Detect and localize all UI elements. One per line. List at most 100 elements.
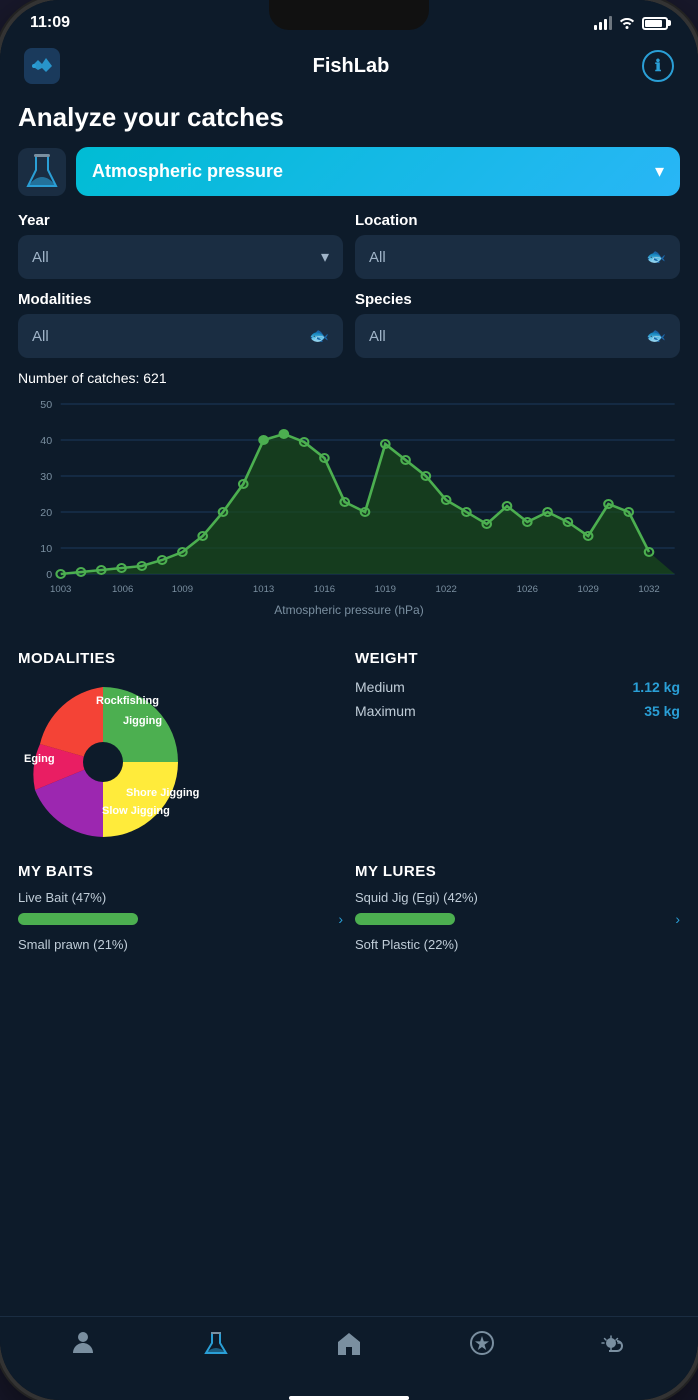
weight-maximum-row: Maximum 35 kg	[355, 703, 680, 719]
home-indicator	[289, 1396, 409, 1400]
page-title: Analyze your catches	[18, 102, 680, 133]
baits-lures-row: MY BAITS Live Bait (47%) › Small prawn (…	[18, 863, 680, 958]
svg-text:1022: 1022	[435, 584, 456, 594]
lures-section: MY LURES Squid Jig (Egi) (42%) › Soft Pl…	[355, 863, 680, 958]
top-nav: FishLab ℹ	[0, 40, 698, 92]
flask-icon	[18, 148, 66, 196]
svg-text:20: 20	[40, 508, 52, 519]
nav-item-lab[interactable]	[202, 1329, 230, 1364]
lab-icon	[202, 1329, 230, 1364]
notch	[269, 0, 429, 30]
svg-text:1006: 1006	[112, 584, 133, 594]
main-content: Analyze your catches Atmospheric pressur…	[0, 92, 698, 1316]
species-select[interactable]: All 🐟	[355, 314, 680, 358]
species-fish-icon: 🐟	[646, 326, 666, 346]
modalities-select[interactable]: All 🐟	[18, 314, 343, 358]
app-logo-icon	[24, 48, 60, 84]
year-filter-group: Year All ▾	[18, 212, 343, 279]
selector-row: Atmospheric pressure ▾	[18, 147, 680, 196]
lure-bar-1	[355, 913, 455, 925]
weight-title: WEIGHT	[355, 650, 680, 667]
svg-text:1003: 1003	[50, 584, 71, 594]
modalities-species-row: Modalities All 🐟 Species All 🐟	[18, 291, 680, 358]
medium-value: 1.12 kg	[633, 679, 680, 695]
chart-x-axis-label: Atmospheric pressure (hPa)	[18, 603, 680, 617]
bait-item-1-label: Live Bait (47%)	[18, 890, 343, 905]
bait-bar-1	[18, 913, 138, 925]
stats-row: MODALITIES	[18, 650, 680, 847]
status-icons	[594, 15, 668, 32]
baits-section: MY BAITS Live Bait (47%) › Small prawn (…	[18, 863, 343, 958]
year-chevron-icon: ▾	[321, 247, 329, 267]
lure-bar-1-row: ›	[355, 911, 680, 927]
medium-label: Medium	[355, 679, 405, 695]
battery-icon	[642, 17, 668, 30]
pie-chart: Rockfishing Jigging Shore Jigging Slow J…	[18, 677, 188, 847]
person-icon	[69, 1329, 97, 1364]
jigging-label: Jigging	[123, 715, 162, 727]
svg-text:10: 10	[40, 544, 52, 555]
location-fish-icon: 🐟	[646, 247, 666, 267]
home-icon	[335, 1329, 363, 1364]
atmospheric-pressure-selector[interactable]: Atmospheric pressure ▾	[76, 147, 680, 196]
shore-jigging-label: Shore Jigging	[126, 787, 199, 799]
nav-item-achievements[interactable]	[468, 1329, 496, 1364]
pressure-chart: 50 40 30 20 10 0	[18, 394, 680, 594]
phone-screen: 11:09	[0, 0, 698, 1400]
location-value: All	[369, 249, 386, 266]
star-badge-icon	[468, 1329, 496, 1364]
modalities-section: MODALITIES	[18, 650, 343, 847]
nav-item-person[interactable]	[69, 1329, 97, 1364]
bait-arrow-1[interactable]: ›	[338, 911, 343, 927]
svg-text:1032: 1032	[638, 584, 659, 594]
weight-medium-row: Medium 1.12 kg	[355, 679, 680, 695]
phone-frame: 11:09	[0, 0, 698, 1400]
modalities-label: Modalities	[18, 291, 343, 308]
nav-item-weather[interactable]	[601, 1329, 629, 1364]
location-label: Location	[355, 212, 680, 229]
info-button[interactable]: ℹ	[642, 50, 674, 82]
weight-section: WEIGHT Medium 1.12 kg Maximum 35 kg	[355, 650, 680, 847]
signal-bars-icon	[594, 16, 612, 30]
location-filter-group: Location All 🐟	[355, 212, 680, 279]
species-filter-group: Species All 🐟	[355, 291, 680, 358]
slow-jigging-label: Slow Jigging	[102, 805, 170, 817]
svg-text:1013: 1013	[253, 584, 274, 594]
nav-title: FishLab	[313, 55, 390, 78]
bait-item-2-label: Small prawn (21%)	[18, 937, 343, 952]
modalities-value: All	[32, 328, 49, 345]
bait-bar-1-row: ›	[18, 911, 343, 927]
svg-text:1009: 1009	[172, 584, 193, 594]
year-select[interactable]: All ▾	[18, 235, 343, 279]
bottom-nav	[0, 1316, 698, 1388]
maximum-value: 35 kg	[644, 703, 680, 719]
svg-text:1026: 1026	[517, 584, 538, 594]
lures-title: MY LURES	[355, 863, 680, 880]
lure-item-2-label: Soft Plastic (22%)	[355, 937, 680, 952]
year-label: Year	[18, 212, 343, 229]
baits-title: MY BAITS	[18, 863, 343, 880]
svg-text:1016: 1016	[314, 584, 335, 594]
eging-label: Eging	[24, 753, 55, 765]
chart-section: Number of catches: 621 50 40 30	[18, 370, 680, 634]
weather-icon	[601, 1329, 629, 1364]
species-value: All	[369, 328, 386, 345]
modalities-filter-group: Modalities All 🐟	[18, 291, 343, 358]
chevron-down-icon: ▾	[655, 161, 664, 182]
svg-text:30: 30	[40, 472, 52, 483]
catch-count-label: Number of catches: 621	[18, 370, 680, 386]
chart-container: 50 40 30 20 10 0	[18, 394, 680, 634]
lure-arrow-1[interactable]: ›	[675, 911, 680, 927]
svg-text:40: 40	[40, 436, 52, 447]
nav-item-home[interactable]	[335, 1329, 363, 1364]
location-select[interactable]: All 🐟	[355, 235, 680, 279]
selector-label: Atmospheric pressure	[92, 161, 283, 182]
wifi-icon	[618, 15, 636, 32]
year-location-row: Year All ▾ Location All 🐟	[18, 212, 680, 279]
modalities-fish-icon: 🐟	[309, 326, 329, 346]
svg-text:1029: 1029	[577, 584, 598, 594]
status-time: 11:09	[30, 14, 70, 32]
svg-text:50: 50	[40, 400, 52, 411]
species-label: Species	[355, 291, 680, 308]
lure-item-1-label: Squid Jig (Egi) (42%)	[355, 890, 680, 905]
